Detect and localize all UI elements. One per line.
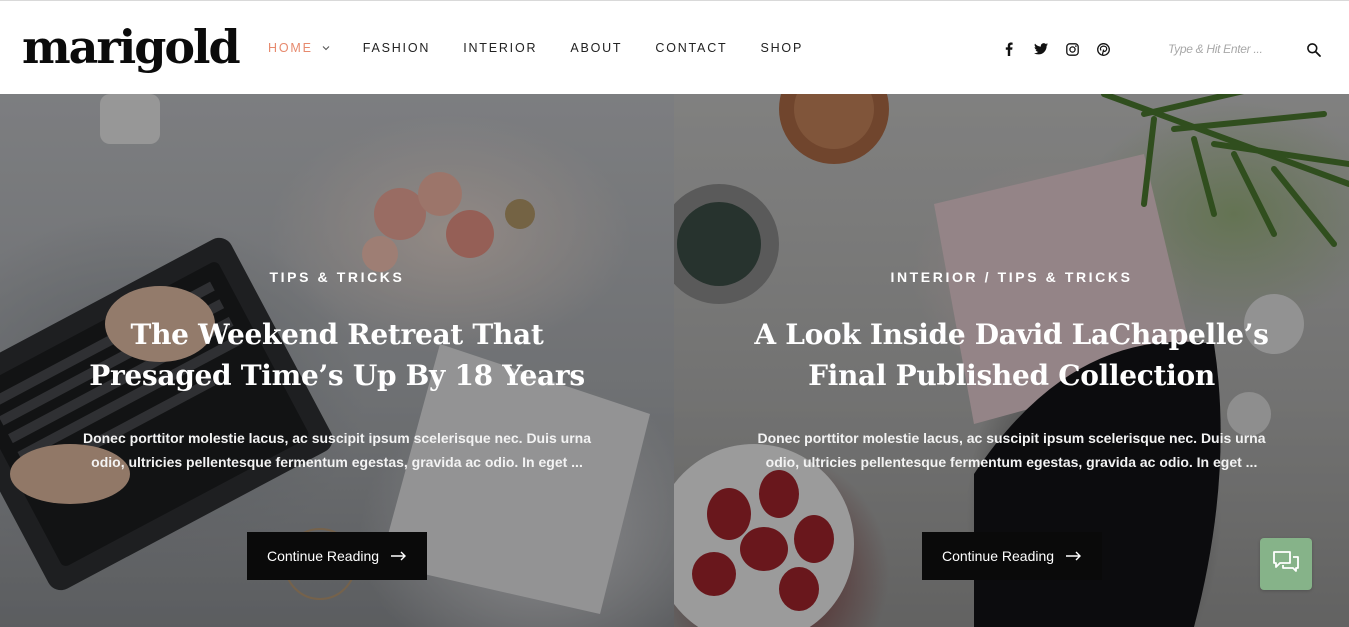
post-category[interactable]: INTERIOR / TIPS & TRICKS — [674, 269, 1349, 285]
arrow-right-icon — [391, 548, 407, 564]
instagram-icon[interactable] — [1063, 41, 1081, 57]
nav-item-label: INTERIOR — [463, 41, 538, 55]
facebook-icon[interactable] — [1000, 41, 1018, 57]
site-logo[interactable]: marigold — [22, 19, 241, 75]
nav-item-shop[interactable]: SHOP — [760, 41, 803, 55]
social-links — [1000, 41, 1126, 57]
nav-item-interior[interactable]: INTERIOR — [463, 41, 537, 55]
chat-icon — [1272, 549, 1300, 580]
post-excerpt: Donec porttitor molestie lacus, ac susci… — [82, 430, 592, 470]
main-nav: HOME FASHION INTERIOR ABOUT CONTACT SHOP — [268, 41, 836, 55]
nav-item-contact[interactable]: CONTACT — [655, 41, 727, 55]
chat-button[interactable] — [1260, 538, 1312, 590]
nav-item-about[interactable]: ABOUT — [570, 41, 622, 55]
continue-reading-label: Continue Reading — [941, 548, 1055, 564]
search-icon[interactable] — [1306, 42, 1322, 58]
continue-reading-button[interactable]: Continue Reading — [922, 532, 1102, 580]
twitter-icon[interactable] — [1032, 41, 1050, 57]
continue-reading-label: Continue Reading — [266, 548, 380, 564]
site-header: marigold HOME FASHION INTERIOR ABOUT CON… — [0, 0, 1349, 94]
nav-item-fashion[interactable]: FASHION — [363, 41, 430, 55]
post-title[interactable]: The Weekend Retreat That Presaged Time’s… — [70, 314, 604, 396]
arrow-right-icon — [1066, 548, 1082, 564]
nav-item-label: ABOUT — [570, 41, 623, 55]
nav-item-label: FASHION — [362, 41, 431, 55]
nav-item-label: HOME — [268, 41, 313, 55]
search-input[interactable] — [1168, 39, 1298, 59]
nav-item-label: CONTACT — [655, 41, 728, 55]
post-category[interactable]: TIPS & TRICKS — [0, 269, 674, 285]
nav-item-home[interactable]: HOME — [268, 41, 330, 55]
nav-item-label: SHOP — [760, 41, 804, 55]
continue-reading-button[interactable]: Continue Reading — [247, 532, 427, 580]
pinterest-icon[interactable] — [1095, 41, 1113, 57]
chevron-down-icon — [322, 44, 330, 52]
featured-post-right: INTERIOR / TIPS & TRICKS A Look Inside D… — [674, 94, 1349, 627]
featured-post-left: TIPS & TRICKS The Weekend Retreat That P… — [0, 94, 674, 627]
post-excerpt: Donec porttitor molestie lacus, ac susci… — [757, 430, 1266, 470]
post-title[interactable]: A Look Inside David LaChapelle’s Final P… — [744, 314, 1279, 396]
